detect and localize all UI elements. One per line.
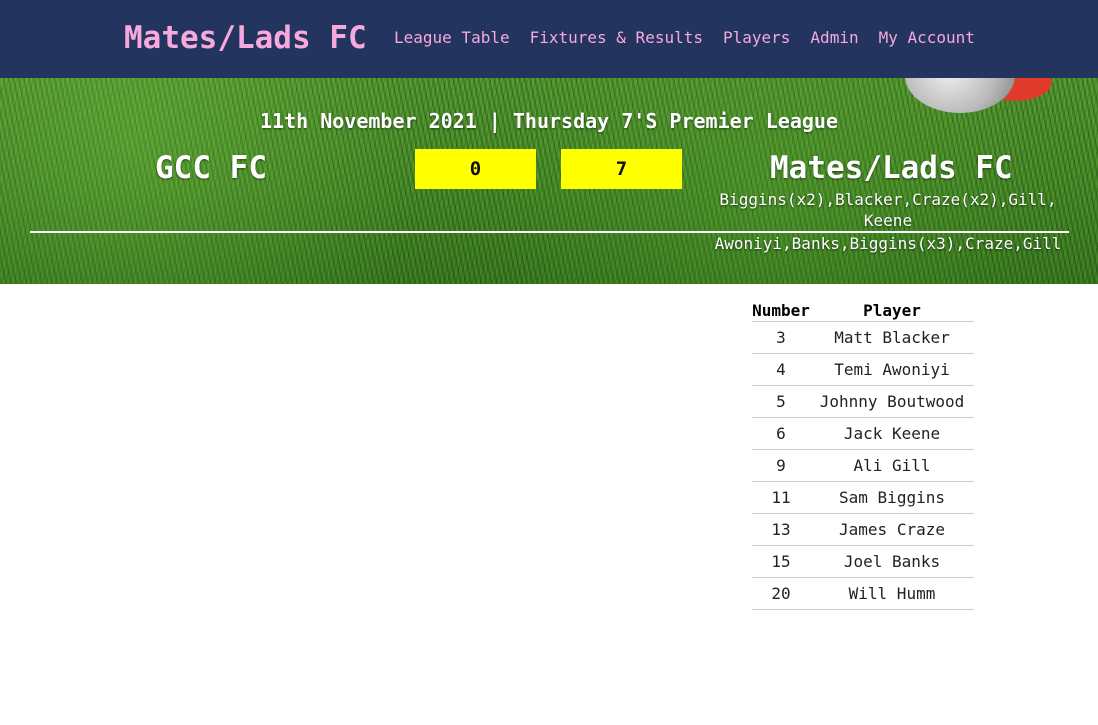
nav-link-players[interactable]: Players: [723, 28, 790, 48]
player-number: 15: [752, 545, 810, 578]
player-name: Will Humm: [810, 577, 974, 610]
player-number: 5: [752, 385, 810, 418]
nav-link-admin[interactable]: Admin: [810, 28, 858, 48]
away-team-name: Mates/Lads FC: [770, 150, 1013, 186]
table-row: 20 Will Humm: [752, 577, 974, 610]
player-name: Temi Awoniyi: [810, 353, 974, 386]
table-row: 3 Matt Blacker: [752, 321, 974, 354]
player-name: Sam Biggins: [810, 481, 974, 514]
nav-link-my-account[interactable]: My Account: [879, 28, 975, 48]
home-score-box: 0: [415, 149, 536, 189]
table-row: 6 Jack Keene: [752, 417, 974, 450]
table-row: 9 Ali Gill: [752, 449, 974, 482]
player-name: James Craze: [810, 513, 974, 546]
brand-logo-link[interactable]: Mates/Lads FC: [124, 18, 367, 58]
nav-link-league-table[interactable]: League Table: [394, 28, 510, 48]
player-number: 20: [752, 577, 810, 610]
column-header-player: Player: [810, 299, 974, 322]
table-row: 13 James Craze: [752, 513, 974, 546]
table-row: 5 Johnny Boutwood: [752, 385, 974, 418]
table-row: 11 Sam Biggins: [752, 481, 974, 514]
match-header: 11th November 2021 | Thursday 7'S Premie…: [260, 109, 838, 133]
top-navbar: Mates/Lads FC League Table Fixtures & Re…: [0, 0, 1098, 78]
table-row: 4 Temi Awoniyi: [752, 353, 974, 386]
table-header-row: Number Player: [752, 299, 974, 322]
player-name: Joel Banks: [810, 545, 974, 578]
player-number: 9: [752, 449, 810, 482]
assists-list: Awoniyi,Banks,Biggins(x3),Craze,Gill: [714, 234, 1062, 253]
player-number: 6: [752, 417, 810, 450]
player-name: Jack Keene: [810, 417, 974, 450]
player-number: 13: [752, 513, 810, 546]
table-row: 15 Joel Banks: [752, 545, 974, 578]
squad-table: Number Player 3 Matt Blacker 4 Temi Awon…: [752, 299, 974, 610]
column-header-number: Number: [752, 299, 810, 322]
player-name: Matt Blacker: [810, 321, 974, 354]
player-name: Johnny Boutwood: [810, 385, 974, 418]
player-number: 4: [752, 353, 810, 386]
away-score-box: 7: [561, 149, 682, 189]
goal-scorers-list: Biggins(x2),Blacker,Craze(x2),Gill, Keen…: [719, 190, 1057, 230]
player-number: 11: [752, 481, 810, 514]
main-nav: League Table Fixtures & Results Players …: [394, 28, 975, 48]
player-name: Ali Gill: [810, 449, 974, 482]
match-hero-banner: 11th November 2021 | Thursday 7'S Premie…: [0, 78, 1098, 284]
nav-link-fixtures-results[interactable]: Fixtures & Results: [530, 28, 703, 48]
player-number: 3: [752, 321, 810, 354]
home-team-name: GCC FC: [155, 150, 267, 186]
